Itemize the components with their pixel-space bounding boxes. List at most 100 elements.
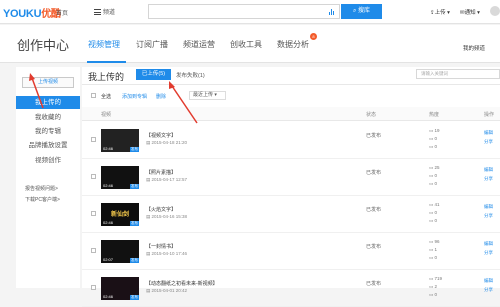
video-state: 已发布 [366, 207, 382, 213]
sidebar-item-albums[interactable]: 我的专辑 [16, 125, 80, 138]
tab-failed[interactable]: 发布失败(1) [176, 71, 205, 79]
share-link[interactable]: 分享 [484, 139, 493, 145]
sidebar-item-favorites[interactable]: 我收藏的 [16, 111, 80, 124]
table-row: 02:46 发布 【照片素描】 ▤ 2015-04-17 12:57 已发布 ▭… [82, 159, 500, 196]
add-to-album-button[interactable]: 添加到专辑 [122, 93, 147, 100]
video-tag: 发布 [130, 184, 139, 189]
tab-published[interactable]: 已上传(5) [136, 69, 171, 80]
divider [82, 84, 500, 85]
tab-analytics[interactable]: 数据分析 [277, 39, 309, 50]
row-checkbox[interactable] [91, 248, 96, 253]
video-date: ▤ 2015-04-16 15:38 [146, 214, 188, 219]
video-date: ▤ 2015-04-18 21:20 [146, 140, 188, 145]
video-thumbnail[interactable]: 新仙剑 02:46 发布 [101, 203, 139, 226]
comment-count: ▭ 0 [429, 210, 438, 215]
comment-count: ▭ 2 [429, 284, 438, 289]
like-count: ▭ 0 [429, 292, 438, 297]
youku-logo[interactable]: YOUKU优酷 [3, 5, 61, 20]
view-count: ▭ 41 [429, 202, 440, 207]
table-row: 02:46 发布 【动态翻纸之初看未来-新视频】 ▤ 2015-04-01 20… [82, 270, 500, 307]
edit-link[interactable]: 编辑 [484, 278, 493, 284]
download-client-link[interactable]: 下载PC客户端> [25, 196, 60, 203]
my-channel-link[interactable]: 我的频道 [463, 44, 485, 52]
video-state: 已发布 [366, 244, 382, 250]
table-row: 02:46 发布 【视频文字】 ▤ 2015-04-18 21:20 已发布 ▭… [82, 122, 500, 159]
voice-search-icon[interactable] [329, 9, 335, 15]
tab-subscribe[interactable]: 订阅广播 [136, 39, 168, 50]
video-thumbnail[interactable]: 02:46 发布 [101, 277, 139, 300]
video-tag: 发布 [130, 295, 139, 300]
video-state: 已发布 [366, 281, 382, 287]
tab-channel[interactable]: 频道运营 [183, 39, 215, 50]
upload-menu[interactable]: ⇪上传 ▾ [430, 8, 450, 16]
video-state: 已发布 [366, 133, 382, 139]
video-duration: 02:46 [103, 146, 114, 151]
share-link[interactable]: 分享 [484, 250, 493, 256]
edit-link[interactable]: 编辑 [484, 204, 493, 210]
row-checkbox[interactable] [91, 174, 96, 179]
comment-count: ▭ 0 [429, 136, 438, 141]
video-title[interactable]: 【一封情书】 [146, 243, 176, 250]
video-thumbnail[interactable]: 02:07 发布 [101, 240, 139, 263]
row-checkbox[interactable] [91, 211, 96, 216]
sidebar-item-creation[interactable]: 视频创作 [16, 154, 80, 167]
tab-video-manage[interactable]: 视频管理 [88, 39, 120, 50]
video-date: ▤ 2015-04-01 20:42 [146, 288, 188, 293]
video-duration: 02:46 [103, 183, 114, 188]
select-all-label: 全选 [101, 94, 112, 100]
edit-link[interactable]: 编辑 [484, 241, 493, 247]
video-date: ▤ 2015-04-10 17:46 [146, 251, 188, 256]
sidebar: 上传视频 我上传的 我收藏的 我的专辑 品牌播放设置 视频创作 报告视频问题> … [16, 67, 80, 288]
like-count: ▭ 0 [429, 218, 438, 223]
header-video: 视频 [101, 112, 112, 118]
search-button[interactable]: ⌕ 搜库 [341, 4, 382, 19]
comment-count: ▭ 0 [429, 173, 438, 178]
view-count: ▭ 96 [429, 239, 440, 244]
view-count: ▭ 719 [429, 276, 443, 281]
sidebar-item-brand-settings[interactable]: 品牌播放设置 [16, 139, 80, 152]
channel-menu[interactable]: 频道 [94, 7, 115, 16]
search-input[interactable] [148, 4, 340, 19]
video-search-input[interactable]: 请输入关键词 [416, 69, 500, 79]
like-count: ▭ 0 [429, 181, 438, 186]
like-count: ▭ 0 [429, 255, 438, 260]
video-tag: 发布 [130, 258, 139, 263]
select-all-checkbox[interactable] [91, 93, 96, 98]
header-state: 状态 [366, 112, 377, 118]
thumb-text: 新仙剑 [110, 212, 129, 218]
table-row: 新仙剑 02:46 发布 【火焰文字】 ▤ 2015-04-16 15:38 已… [82, 196, 500, 233]
page-title: 我上传的 [88, 72, 125, 82]
video-duration: 02:07 [103, 257, 114, 262]
video-thumbnail[interactable]: 02:46 发布 [101, 166, 139, 189]
upload-video-button[interactable]: 上传视频 [22, 77, 74, 88]
menu-icon [94, 9, 101, 15]
notice-menu[interactable]: ✉通知 ▾ [460, 8, 480, 16]
video-title[interactable]: 【动态翻纸之初看未来-新视频】 [146, 280, 218, 287]
video-duration: 02:46 [103, 220, 114, 225]
video-duration: 02:46 [103, 294, 114, 299]
video-title[interactable]: 【火焰文字】 [146, 206, 176, 213]
report-problem-link[interactable]: 报告视频问题> [25, 185, 58, 192]
video-tag: 发布 [130, 221, 139, 226]
share-link[interactable]: 分享 [484, 176, 493, 182]
video-date: ▤ 2015-04-17 12:57 [146, 177, 188, 182]
edit-link[interactable]: 编辑 [484, 130, 493, 136]
video-state: 已发布 [366, 170, 382, 176]
video-title[interactable]: 【照片素描】 [146, 169, 176, 176]
share-link[interactable]: 分享 [484, 213, 493, 219]
avatar[interactable] [490, 6, 500, 16]
home-link[interactable]: 首页 [56, 8, 68, 17]
sidebar-item-uploaded[interactable]: 我上传的 [16, 96, 80, 109]
studio-nav: 创作中心 视频管理 订阅广播 频道运营 创收工具 数据分析 8 我的频道 [0, 25, 500, 63]
analytics-badge: 8 [310, 33, 317, 40]
edit-link[interactable]: 编辑 [484, 167, 493, 173]
row-checkbox[interactable] [91, 137, 96, 142]
sort-select[interactable]: 最近上传 ▾ [189, 91, 226, 100]
comment-count: ▭ 1 [429, 247, 438, 252]
video-title[interactable]: 【视频文字】 [146, 132, 176, 139]
delete-button[interactable]: 删除 [156, 93, 166, 100]
video-thumbnail[interactable]: 02:46 发布 [101, 129, 139, 152]
active-tab-indicator [87, 61, 126, 63]
like-count: ▭ 0 [429, 144, 438, 149]
tab-revenue[interactable]: 创收工具 [230, 39, 262, 50]
